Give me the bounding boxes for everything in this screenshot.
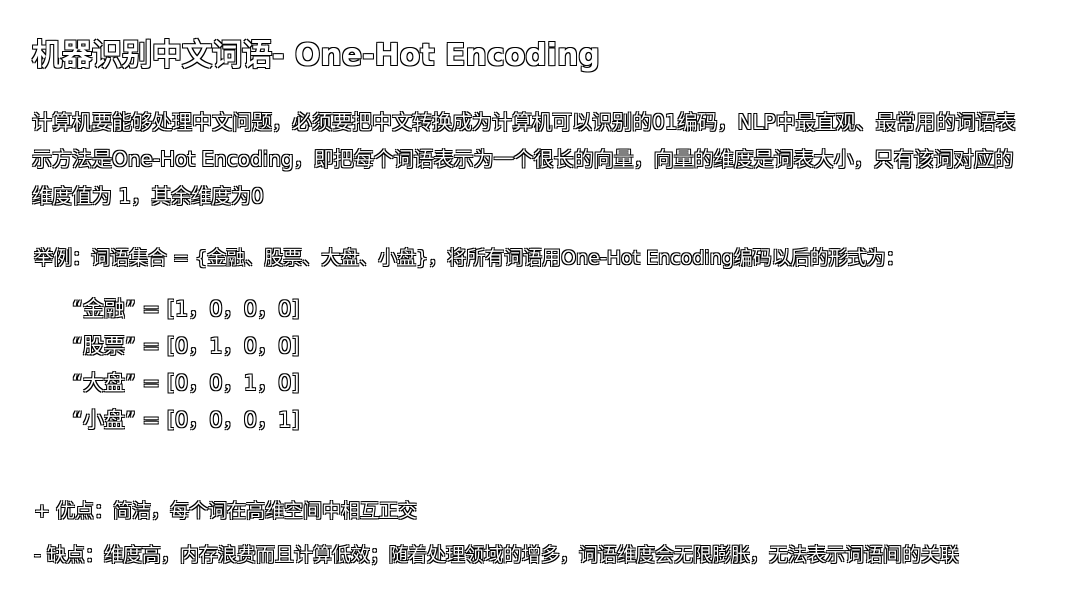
vector-jinrong: “金融” = [1，0，0，0] [72, 297, 300, 321]
vector-list: “金融” = [1，0，0，0] “股票” = [0，1，0，0] “大盘” =… [72, 294, 300, 442]
cons-text: - 缺点：维度高，内存浪费而且计算低效；随着处理领域的增多，词语维度会无限膨胀，… [34, 544, 959, 566]
vector-dapan: “大盘” = [0，0，1，0] [72, 371, 300, 395]
intro-line-1: 计算机要能够处理中文问题，必须要把中文转换成为计算机可以识别的01编码，NLP中… [32, 110, 1016, 134]
slide-title: 机器识别中文词语- One-Hot Encoding [32, 38, 600, 73]
intro-paragraph: 计算机要能够处理中文问题，必须要把中文转换成为计算机可以识别的01编码，NLP中… [32, 104, 1042, 215]
intro-line-2: 示方法是One-Hot Encoding，即把每个词语表示为一个很长的向量，向量… [32, 147, 1014, 171]
vector-xiaopan: “小盘” = [0，0，0，1] [72, 408, 300, 432]
example-text: 举例：词语集合 = {金融、股票、大盘、小盘}，将所有词语用One-Hot En… [34, 247, 905, 269]
intro-line-3: 维度值为 1，其余维度为0 [32, 184, 264, 208]
slide: 机器识别中文词语- One-Hot Encoding 计算机要能够处理中文问题，… [0, 0, 1080, 608]
vector-gupiao: “股票” = [0，1，0，0] [72, 334, 300, 358]
pros-text: + 优点：简洁，每个词在高维空间中相互正交 [34, 500, 417, 522]
